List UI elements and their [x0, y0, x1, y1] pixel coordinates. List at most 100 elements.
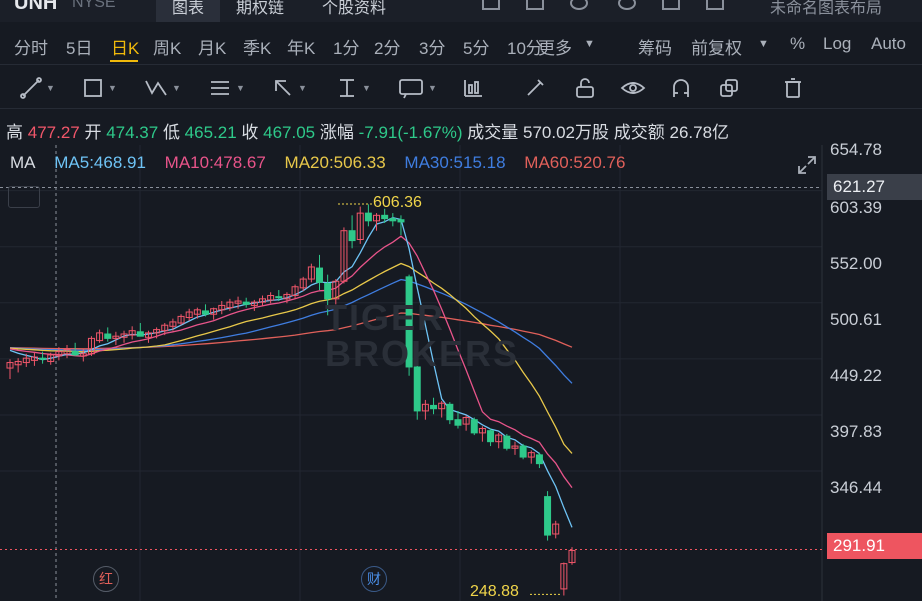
- period-5d[interactable]: 5日: [66, 34, 92, 59]
- watermark-line1: TIGER: [325, 297, 446, 338]
- period-5min[interactable]: 5分: [463, 34, 489, 59]
- low-label: 低: [162, 123, 180, 142]
- candle-body: [242, 301, 250, 305]
- candle-body: [71, 351, 79, 356]
- candle-body: [470, 419, 478, 434]
- polyline-tool-icon[interactable]: ▼: [144, 76, 181, 100]
- earnings-marker[interactable]: 财: [361, 566, 387, 592]
- adjust-mode-select[interactable]: 前复权: [691, 34, 742, 59]
- candle-body: [544, 496, 552, 536]
- period-more[interactable]: 更多: [538, 34, 572, 59]
- fullscreen-icon[interactable]: [662, 0, 680, 10]
- settings-icon[interactable]: [618, 0, 636, 10]
- open-label: 开: [84, 123, 102, 142]
- tab-options-chain[interactable]: 期权链: [236, 0, 284, 18]
- tab-chart[interactable]: 图表: [156, 0, 221, 22]
- collapse-indicators-button[interactable]: [8, 186, 40, 208]
- ma20-value: MA20:506.33: [284, 153, 386, 172]
- edit-icon[interactable]: [526, 0, 544, 10]
- refresh-icon[interactable]: [570, 0, 588, 10]
- candle-body: [535, 454, 543, 465]
- candle-body: [519, 445, 527, 458]
- candle-body: [39, 357, 47, 360]
- candle-body: [389, 218, 397, 222]
- y-tick: 500.61: [830, 310, 882, 329]
- period-3min[interactable]: 3分: [419, 34, 445, 59]
- stock-symbol: UNH: [14, 0, 58, 14]
- low-value: 465.21: [184, 123, 237, 142]
- lock-icon[interactable]: [574, 76, 596, 100]
- high-annotation: 606.36: [373, 194, 422, 211]
- ohlc-quote-bar: 高 477.27 开 474.37 低 465.21 收 467.05 涨幅 -…: [6, 118, 729, 143]
- auto-scale-button[interactable]: Auto: [871, 34, 906, 54]
- red-dividend-marker[interactable]: 红: [93, 566, 119, 592]
- percent-scale-button[interactable]: %: [790, 34, 805, 54]
- close-value: 467.05: [263, 123, 316, 142]
- y-tick: 654.78: [830, 140, 882, 159]
- y-tick: 552.00: [830, 254, 882, 273]
- period-1min[interactable]: 1分: [333, 34, 359, 59]
- rectangle-tool-icon[interactable]: ▼: [82, 76, 117, 100]
- drawing-toolbar: ▼ ▼ ▼ ▼ ▼ ▼ ▼: [0, 68, 922, 108]
- candle-body: [381, 214, 389, 220]
- copy-icon[interactable]: [718, 76, 740, 100]
- chip-distribution-button[interactable]: 筹码: [638, 34, 672, 59]
- monitor-icon[interactable]: [482, 0, 500, 10]
- period-bar: 分时 5日 日K 周K 月K 季K 年K 1分 2分 3分 5分 10分 更多 …: [0, 26, 922, 62]
- magnet-icon[interactable]: [670, 76, 692, 100]
- period-2min[interactable]: 2分: [374, 34, 400, 59]
- y-tick: 449.22: [830, 366, 882, 385]
- ma60-value: MA60:520.76: [524, 153, 626, 172]
- candle-body: [275, 296, 283, 299]
- chevron-down-icon[interactable]: ▼: [584, 38, 595, 50]
- ma-title[interactable]: MA: [10, 153, 36, 172]
- volume-value: 570.02万股: [523, 123, 610, 142]
- divider: [0, 64, 922, 65]
- tab-profile[interactable]: 个股资料: [322, 0, 386, 18]
- line-tool-icon[interactable]: ▼: [20, 76, 55, 100]
- candle-body: [397, 219, 405, 223]
- chevron-down-icon[interactable]: ▼: [758, 38, 769, 50]
- chart-style-icon[interactable]: [462, 76, 484, 100]
- period-yearly[interactable]: 年K: [287, 34, 315, 59]
- exchange-label: NYSE: [72, 0, 116, 11]
- period-daily[interactable]: 日K: [111, 34, 139, 59]
- watermark-line2: BROKERS: [325, 333, 520, 374]
- ma-legend: MA MA5:468.91 MA10:478.67 MA20:506.33 MA…: [10, 153, 639, 173]
- candle-body: [364, 212, 372, 222]
- turnover-value: 26.78亿: [669, 123, 730, 142]
- arrow-tool-icon[interactable]: ▼: [272, 76, 307, 100]
- top-bar: UNH NYSE 图表 期权链 个股资料 未命名图表布局: [0, 0, 922, 22]
- expand-icon[interactable]: [796, 154, 818, 176]
- high-label: 高: [6, 123, 23, 142]
- last-price-badge: 291.91: [827, 533, 922, 559]
- candle-body: [430, 404, 438, 410]
- period-quarterly[interactable]: 季K: [243, 34, 271, 59]
- change-label: 涨幅: [319, 123, 354, 142]
- ma10-value: MA10:478.67: [164, 153, 266, 172]
- volume-label: 成交量: [467, 123, 519, 142]
- period-intraday[interactable]: 分时: [14, 34, 48, 59]
- turnover-label: 成交额: [613, 123, 665, 142]
- period-monthly[interactable]: 月K: [198, 34, 226, 59]
- annotation-text-icon[interactable]: ▼: [398, 76, 437, 100]
- eye-icon[interactable]: [620, 76, 646, 100]
- layout-name[interactable]: 未命名图表布局: [770, 0, 882, 18]
- change-value: -7.91(-1.67%): [358, 123, 463, 142]
- candle-body: [201, 310, 209, 315]
- active-period-underline: [110, 60, 138, 62]
- candle-body: [348, 230, 356, 242]
- log-scale-button[interactable]: Log: [823, 34, 851, 54]
- low-annotation: 248.88: [470, 583, 519, 600]
- text-list-tool-icon[interactable]: ▼: [208, 76, 245, 100]
- candle-body: [487, 430, 495, 443]
- close-label: 收: [241, 123, 259, 142]
- y-tick: 603.39: [830, 198, 882, 217]
- trash-icon[interactable]: [782, 76, 804, 100]
- candle-body: [316, 267, 324, 283]
- candle-body: [446, 403, 454, 421]
- layout-grid-icon[interactable]: [706, 0, 724, 10]
- pen-icon[interactable]: [524, 76, 546, 100]
- vertical-measure-icon[interactable]: ▼: [336, 76, 371, 100]
- period-weekly[interactable]: 周K: [153, 34, 181, 59]
